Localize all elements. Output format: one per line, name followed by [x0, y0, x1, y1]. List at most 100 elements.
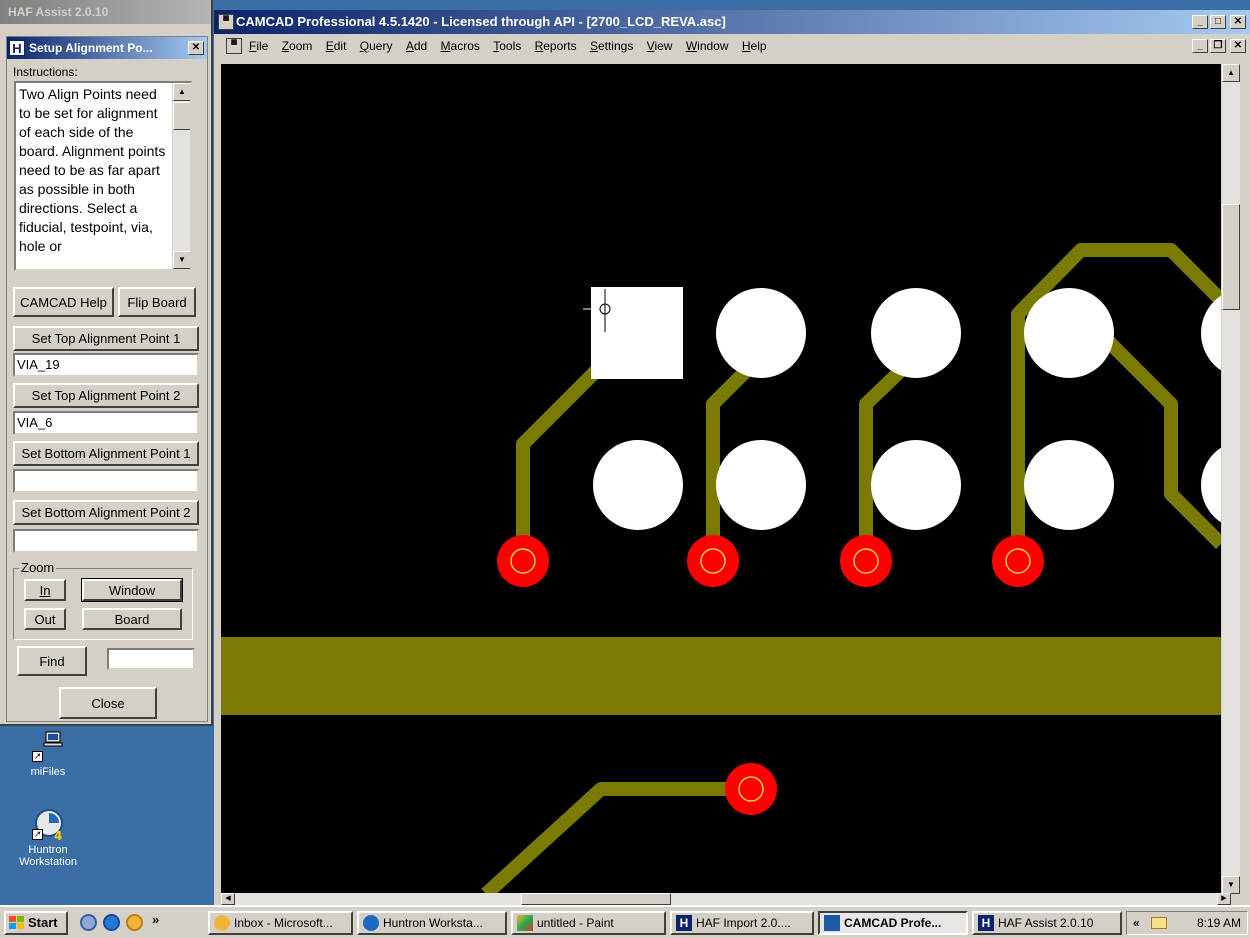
- haf-h-icon: H: [978, 915, 994, 931]
- round-pad[interactable]: [716, 288, 806, 378]
- canvas-horizontal-scrollbar[interactable]: ◀ ▶: [221, 893, 1231, 905]
- start-button[interactable]: Start: [4, 911, 68, 935]
- via[interactable]: [840, 535, 892, 587]
- trace: [516, 351, 616, 561]
- menu-window[interactable]: Window: [681, 34, 734, 58]
- round-pad[interactable]: [716, 440, 806, 530]
- shortcut-arrow-icon: ↗: [32, 829, 43, 840]
- menu-file[interactable]: File: [244, 34, 273, 58]
- canvas-vertical-scrollbar[interactable]: ▲ ▼: [1222, 64, 1240, 894]
- windows-flag-icon: [9, 916, 24, 929]
- via[interactable]: [687, 535, 739, 587]
- task-camcad[interactable]: CAMCAD Profe...: [818, 911, 968, 935]
- scroll-thumb[interactable]: [1222, 204, 1240, 310]
- menu-help[interactable]: Help: [737, 34, 772, 58]
- instructions-text: Two Align Points need to be set for alig…: [19, 86, 166, 254]
- system-tray: « 8:19 AM: [1126, 911, 1248, 935]
- menu-zoom[interactable]: Zoom: [277, 34, 318, 58]
- set-bottom-alignment-point-1-button[interactable]: Set Bottom Alignment Point 1: [13, 441, 199, 466]
- camcad-title: CAMCAD Professional 4.5.1420 - Licensed …: [236, 14, 726, 29]
- scroll-down-arrow-icon[interactable]: ▼: [1222, 876, 1240, 894]
- setup-alignment-dialog: H Setup Alignment Po... ✕ Instructions: …: [6, 36, 208, 722]
- menu-edit[interactable]: Edit: [321, 34, 352, 58]
- quicklaunch-chevron-icon[interactable]: »: [152, 912, 159, 927]
- task-label: HAF Import 2.0....: [696, 916, 791, 930]
- find-button[interactable]: Find: [17, 646, 87, 676]
- task-paint[interactable]: untitled - Paint: [511, 911, 666, 935]
- round-pad[interactable]: [871, 440, 961, 530]
- instructions-label: Instructions:: [13, 65, 78, 79]
- instructions-textbox[interactable]: Two Align Points need to be set for alig…: [14, 81, 192, 271]
- menu-add[interactable]: Add: [401, 34, 432, 58]
- outlook-icon[interactable]: [126, 914, 143, 931]
- menu-view[interactable]: View: [642, 34, 678, 58]
- desktop-icon-mifiles[interactable]: ↗ miFiles: [8, 730, 88, 778]
- haf-assist-titlebar[interactable]: HAF Assist 2.0.10: [0, 0, 211, 24]
- task-label: HAF Assist 2.0.10: [998, 916, 1094, 930]
- round-pad[interactable]: [1201, 440, 1221, 530]
- menu-macros[interactable]: Macros: [436, 34, 485, 58]
- round-pad[interactable]: [1024, 288, 1114, 378]
- via[interactable]: [497, 535, 549, 587]
- task-huntron[interactable]: Huntron Worksta...: [357, 911, 507, 935]
- scroll-thumb[interactable]: [521, 893, 671, 905]
- menu-reports[interactable]: Reports: [530, 34, 582, 58]
- round-pad[interactable]: [1201, 288, 1221, 378]
- set-top-alignment-point-2-button[interactable]: Set Top Alignment Point 2: [13, 383, 199, 408]
- round-pad[interactable]: [1024, 440, 1114, 530]
- pcb-canvas[interactable]: [221, 64, 1221, 894]
- zoom-window-button[interactable]: Window: [81, 578, 183, 602]
- camcad-help-button[interactable]: CAMCAD Help: [13, 287, 114, 317]
- menu-settings[interactable]: Settings: [585, 34, 638, 58]
- via[interactable]: [725, 763, 777, 815]
- document-icon[interactable]: ▦: [226, 38, 242, 54]
- set-bottom-alignment-point-2-button[interactable]: Set Bottom Alignment Point 2: [13, 500, 199, 525]
- task-inbox[interactable]: Inbox - Microsoft...: [208, 911, 353, 935]
- show-desktop-icon[interactable]: [80, 914, 97, 931]
- internet-explorer-icon[interactable]: [103, 914, 120, 931]
- set-top-alignment-point-1-button[interactable]: Set Top Alignment Point 1: [13, 326, 199, 351]
- find-field[interactable]: [107, 648, 195, 670]
- close-icon[interactable]: ✕: [188, 41, 204, 55]
- mail-envelope-icon[interactable]: [1151, 917, 1167, 929]
- scroll-thumb[interactable]: [173, 102, 190, 130]
- bottom-alignment-point-1-field[interactable]: [13, 469, 199, 493]
- camcad-titlebar[interactable]: ▦ CAMCAD Professional 4.5.1420 - License…: [214, 10, 1250, 34]
- haf-assist-window: HAF Assist 2.0.10 H Setup Alignment Po..…: [0, 0, 213, 726]
- clock[interactable]: 8:19 AM: [1197, 912, 1241, 934]
- close-icon[interactable]: ✕: [1230, 15, 1246, 29]
- instructions-scrollbar[interactable]: ▲ ▼: [172, 83, 190, 269]
- task-label: CAMCAD Profe...: [844, 916, 942, 930]
- zoom-in-button[interactable]: In: [24, 579, 66, 601]
- menu-query[interactable]: Query: [355, 34, 398, 58]
- close-button[interactable]: Close: [59, 687, 157, 719]
- scroll-right-arrow-icon[interactable]: ▶: [1217, 893, 1231, 905]
- taskbar: Start » Inbox - Microsoft... Huntron Wor…: [0, 905, 1250, 938]
- scroll-up-arrow-icon[interactable]: ▲: [173, 83, 190, 101]
- scroll-down-arrow-icon[interactable]: ▼: [173, 251, 190, 269]
- task-haf-assist[interactable]: H HAF Assist 2.0.10: [972, 911, 1122, 935]
- round-pad[interactable]: [593, 440, 683, 530]
- zoom-board-button[interactable]: Board: [82, 608, 182, 630]
- minimize-icon[interactable]: _: [1192, 15, 1208, 29]
- zoom-out-button[interactable]: Out: [24, 608, 66, 630]
- maximize-icon[interactable]: □: [1210, 15, 1226, 29]
- top-alignment-point-2-field[interactable]: VIA_6: [13, 411, 199, 435]
- camcad-app-icon: ▦: [218, 14, 234, 30]
- doc-close-icon[interactable]: ✕: [1230, 39, 1246, 53]
- bottom-alignment-point-2-field[interactable]: [13, 529, 199, 553]
- top-alignment-point-1-field[interactable]: VIA_19: [13, 353, 199, 377]
- via[interactable]: [992, 535, 1044, 587]
- scroll-left-arrow-icon[interactable]: ◀: [221, 893, 235, 905]
- flip-board-button[interactable]: Flip Board: [118, 287, 196, 317]
- doc-minimize-icon[interactable]: _: [1192, 39, 1208, 53]
- menu-tools[interactable]: Tools: [488, 34, 526, 58]
- desktop-icon-huntron[interactable]: 4 ↗ Huntron Workstation: [8, 808, 88, 868]
- setup-dialog-titlebar[interactable]: H Setup Alignment Po... ✕: [7, 37, 207, 59]
- tray-chevron-icon[interactable]: «: [1133, 912, 1140, 934]
- paint-icon: [517, 915, 533, 931]
- round-pad[interactable]: [871, 288, 961, 378]
- doc-restore-icon[interactable]: ❐: [1210, 39, 1226, 53]
- task-haf-import[interactable]: H HAF Import 2.0....: [670, 911, 814, 935]
- scroll-up-arrow-icon[interactable]: ▲: [1222, 64, 1240, 82]
